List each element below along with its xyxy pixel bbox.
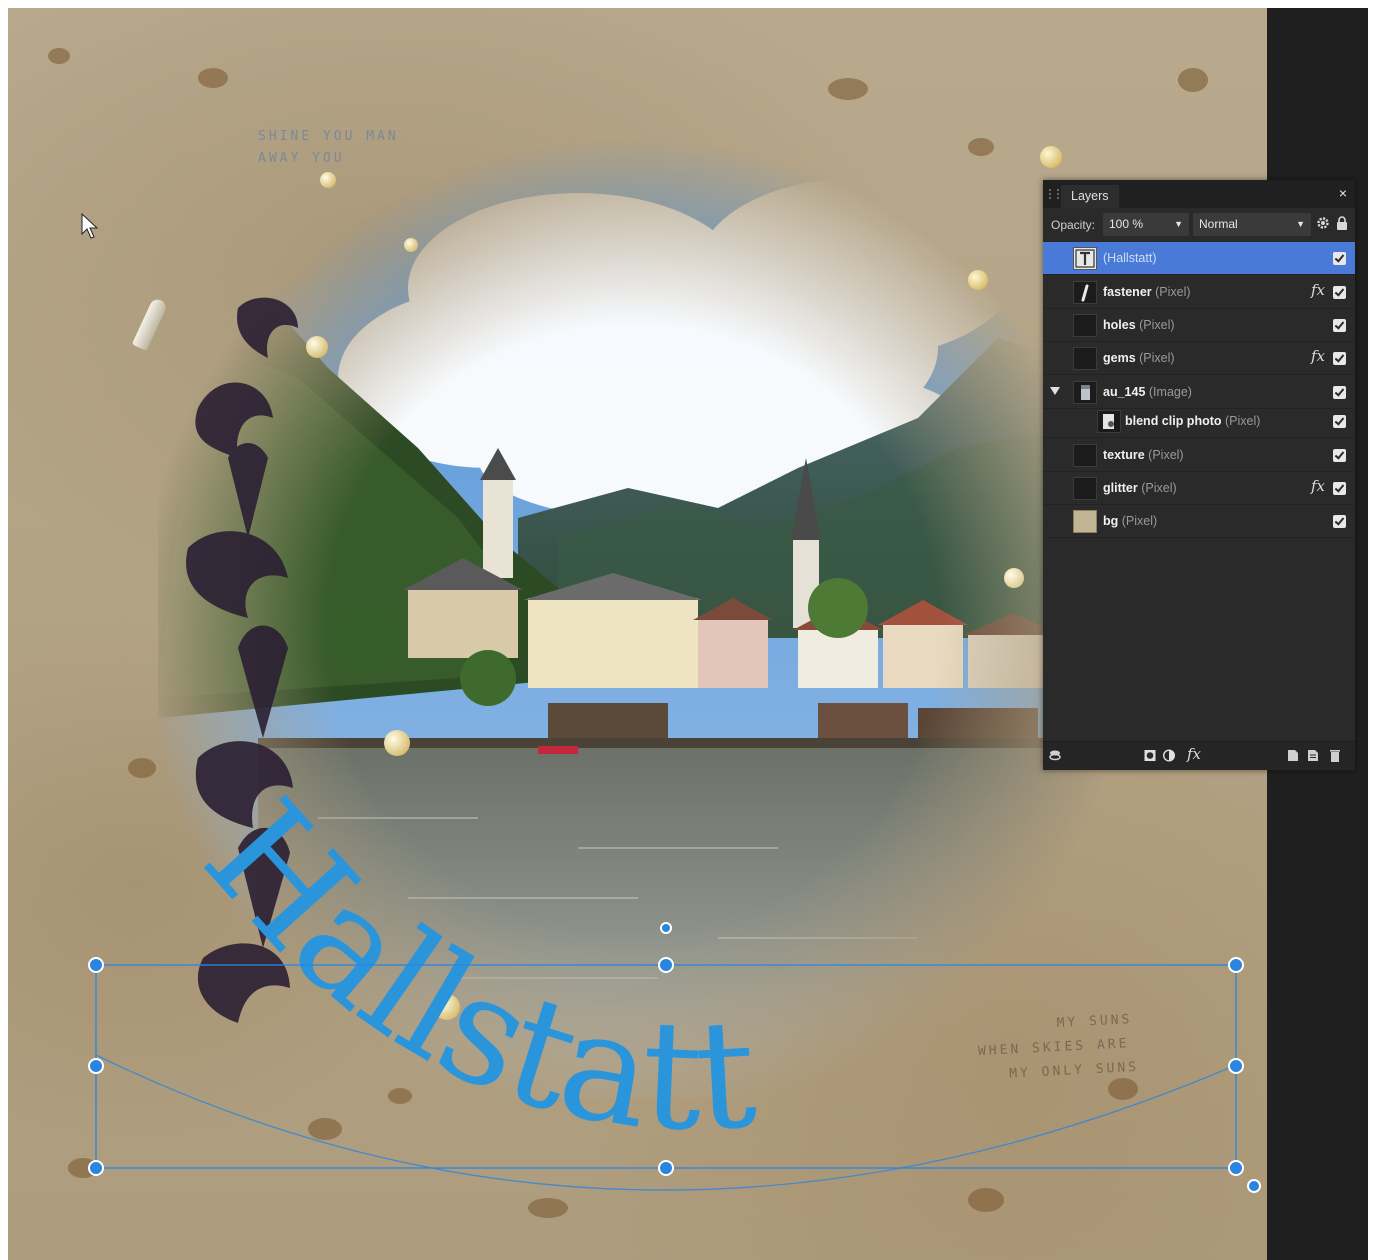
delete-layer-icon[interactable] [1329,749,1341,762]
handle-bottom-left[interactable] [88,1160,104,1176]
blend-mode-value: Normal [1199,217,1238,231]
layer-name: gems (Pixel) [1103,351,1175,365]
gear-icon[interactable] [1316,216,1330,230]
close-icon[interactable]: × [1339,185,1347,201]
layers-panel[interactable]: Layers × Opacity: 100 % ▼ Normal ▼ (Hall… [1043,180,1355,770]
caret-down-icon[interactable]: ▼ [1296,213,1305,236]
visibility-checkbox[interactable] [1333,449,1346,462]
tab-layers[interactable]: Layers [1061,185,1119,208]
fx-icon[interactable]: fx [1311,281,1325,299]
blend-mode-select[interactable]: Normal ▼ [1193,213,1311,236]
visibility-checkbox[interactable] [1333,482,1346,495]
panel-footer: fx [1043,741,1355,770]
layer-row-fastener[interactable]: fastener (Pixel) fx [1043,276,1355,309]
layer-name: bg (Pixel) [1103,514,1158,528]
visibility-checkbox[interactable] [1333,319,1346,332]
handle-bottom-center[interactable] [658,1160,674,1176]
visibility-checkbox[interactable] [1333,286,1346,299]
glitter-thumb [1073,477,1097,500]
duplicate-layer-icon[interactable] [1307,749,1319,762]
layer-name: texture (Pixel) [1103,448,1184,462]
layer-row-holes[interactable]: holes (Pixel) [1043,309,1355,342]
visibility-checkbox[interactable] [1333,386,1346,399]
handle-middle-left[interactable] [88,1058,104,1074]
handle-top-center[interactable] [658,957,674,973]
handle-top-right[interactable] [1228,957,1244,973]
visibility-checkbox[interactable] [1333,252,1346,265]
fx-icon[interactable]: fx [1311,347,1325,365]
clip-photo-thumb [1097,410,1121,433]
layer-row-gems[interactable]: gems (Pixel) fx [1043,342,1355,375]
handle-bottom-right[interactable] [1228,1160,1244,1176]
expand-triangle-icon[interactable] [1050,387,1060,395]
opacity-field[interactable]: 100 % ▼ [1103,213,1189,236]
visibility-checkbox[interactable] [1333,352,1346,365]
visibility-checkbox[interactable] [1333,515,1346,528]
new-layer-icon[interactable] [1287,749,1299,762]
text-layer-icon [1073,247,1097,270]
caret-down-icon[interactable]: ▼ [1174,213,1183,236]
lock-icon[interactable] [1336,216,1348,231]
fastener-thumb [1073,281,1097,304]
layer-name: (Hallstatt) [1103,251,1157,265]
fx-icon[interactable]: fx [1187,745,1201,763]
panel-grip-icon[interactable] [1049,189,1059,199]
layer-name: holes (Pixel) [1103,318,1175,332]
rotate-handle[interactable] [1247,1179,1261,1193]
path-control-handle[interactable] [660,922,672,934]
layer-name: glitter (Pixel) [1103,481,1177,495]
opacity-label: Opacity: [1051,218,1096,232]
image-thumb [1073,381,1097,404]
layer-stack-icon[interactable] [1049,749,1061,762]
panel-toolbar: Opacity: 100 % ▼ Normal ▼ [1043,208,1355,243]
bg-thumb [1073,510,1097,533]
gems-thumb [1073,347,1097,370]
fx-icon[interactable]: fx [1311,477,1325,495]
layer-row-bg[interactable]: bg (Pixel) [1043,505,1355,538]
mask-icon[interactable] [1144,749,1156,762]
layer-name: au_145 (Image) [1103,385,1192,399]
adjustment-icon[interactable] [1163,749,1175,762]
layer-row-blend-clip-photo[interactable]: blend clip photo (Pixel) [1043,405,1355,438]
handle-middle-right[interactable] [1228,1058,1244,1074]
layer-name: blend clip photo (Pixel) [1125,414,1261,428]
handle-top-left[interactable] [88,957,104,973]
layer-row-hallstatt[interactable]: (Hallstatt) [1043,242,1355,275]
layer-row-glitter[interactable]: glitter (Pixel) fx [1043,472,1355,505]
mouse-pointer-icon [81,212,99,239]
layer-name: fastener (Pixel) [1103,285,1191,299]
opacity-value: 100 % [1109,217,1144,231]
layer-row-texture[interactable]: texture (Pixel) [1043,439,1355,472]
texture-thumb [1073,444,1097,467]
holes-thumb [1073,314,1097,337]
panel-header[interactable]: Layers × [1043,180,1355,208]
visibility-checkbox[interactable] [1333,415,1346,428]
